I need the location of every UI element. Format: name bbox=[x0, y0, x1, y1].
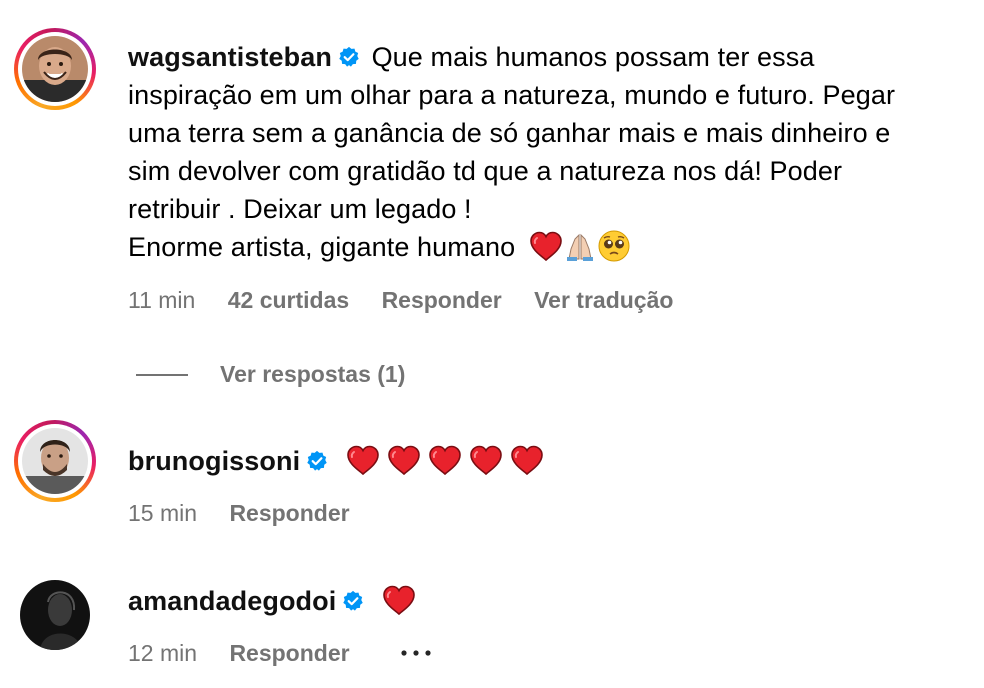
comment-meta: 12 min Responder bbox=[128, 640, 376, 667]
comment-meta: 11 min 42 curtidas Responder Ver traduçã… bbox=[128, 287, 699, 314]
red-heart-icon bbox=[346, 445, 380, 475]
view-replies-button[interactable]: Ver respostas (1) bbox=[220, 361, 405, 388]
more-options-icon[interactable] bbox=[398, 643, 438, 663]
reply-button[interactable]: Responder bbox=[382, 287, 502, 313]
comment-text: Enorme artista, gigante humano bbox=[128, 232, 516, 262]
comment-text: sim devolver com gratidão td que a natur… bbox=[128, 156, 843, 186]
verified-badge-icon bbox=[306, 450, 328, 472]
comment-body: amandadegodoi bbox=[128, 582, 416, 620]
avatar[interactable] bbox=[22, 36, 88, 102]
verified-badge-icon bbox=[338, 46, 360, 68]
reply-button[interactable]: Responder bbox=[229, 640, 349, 666]
comment-line: wagsantisteban Que mais humanos possam t… bbox=[128, 38, 895, 76]
verified-badge-icon bbox=[342, 590, 364, 612]
avatar-story-ring[interactable] bbox=[14, 28, 96, 110]
replies-divider bbox=[136, 374, 188, 376]
translate-button[interactable]: Ver tradução bbox=[534, 287, 673, 313]
username[interactable]: amandadegodoi bbox=[128, 586, 336, 616]
likes-count[interactable]: 42 curtidas bbox=[228, 287, 349, 313]
comment-line: Enorme artista, gigante humano bbox=[128, 228, 895, 266]
comment-text: Que mais humanos possam ter essa bbox=[371, 42, 815, 72]
comment-text: uma terra sem a ganância de só ganhar ma… bbox=[128, 118, 891, 148]
comment-text: inspiração em um olhar para a natureza, … bbox=[128, 80, 896, 110]
avatar-photo-icon bbox=[20, 580, 90, 650]
folded-hands-icon bbox=[566, 233, 593, 261]
username[interactable]: wagsantisteban bbox=[128, 42, 332, 72]
avatar-story-ring[interactable] bbox=[14, 420, 96, 502]
avatar-photo-icon bbox=[22, 36, 88, 102]
red-heart-icon bbox=[428, 445, 462, 475]
reply-button[interactable]: Responder bbox=[229, 500, 349, 526]
avatar[interactable] bbox=[20, 580, 90, 650]
red-heart-icon bbox=[529, 231, 563, 261]
avatar[interactable] bbox=[22, 428, 88, 494]
timestamp: 15 min bbox=[128, 500, 198, 526]
comment-body: wagsantisteban Que mais humanos possam t… bbox=[128, 38, 895, 266]
username[interactable]: brunogissoni bbox=[128, 446, 300, 476]
red-heart-icon bbox=[469, 445, 503, 475]
timestamp: 12 min bbox=[128, 640, 198, 666]
red-heart-icon bbox=[387, 445, 421, 475]
red-heart-icon bbox=[382, 585, 416, 615]
avatar-photo-icon bbox=[22, 428, 88, 494]
comment-body: brunogissoni bbox=[128, 442, 544, 480]
comment-meta: 15 min Responder bbox=[128, 500, 376, 527]
red-heart-icon bbox=[510, 445, 544, 475]
pleading-face-icon bbox=[598, 230, 630, 262]
timestamp: 11 min bbox=[128, 287, 196, 313]
comment-text: retribuir . Deixar um legado ! bbox=[128, 194, 472, 224]
